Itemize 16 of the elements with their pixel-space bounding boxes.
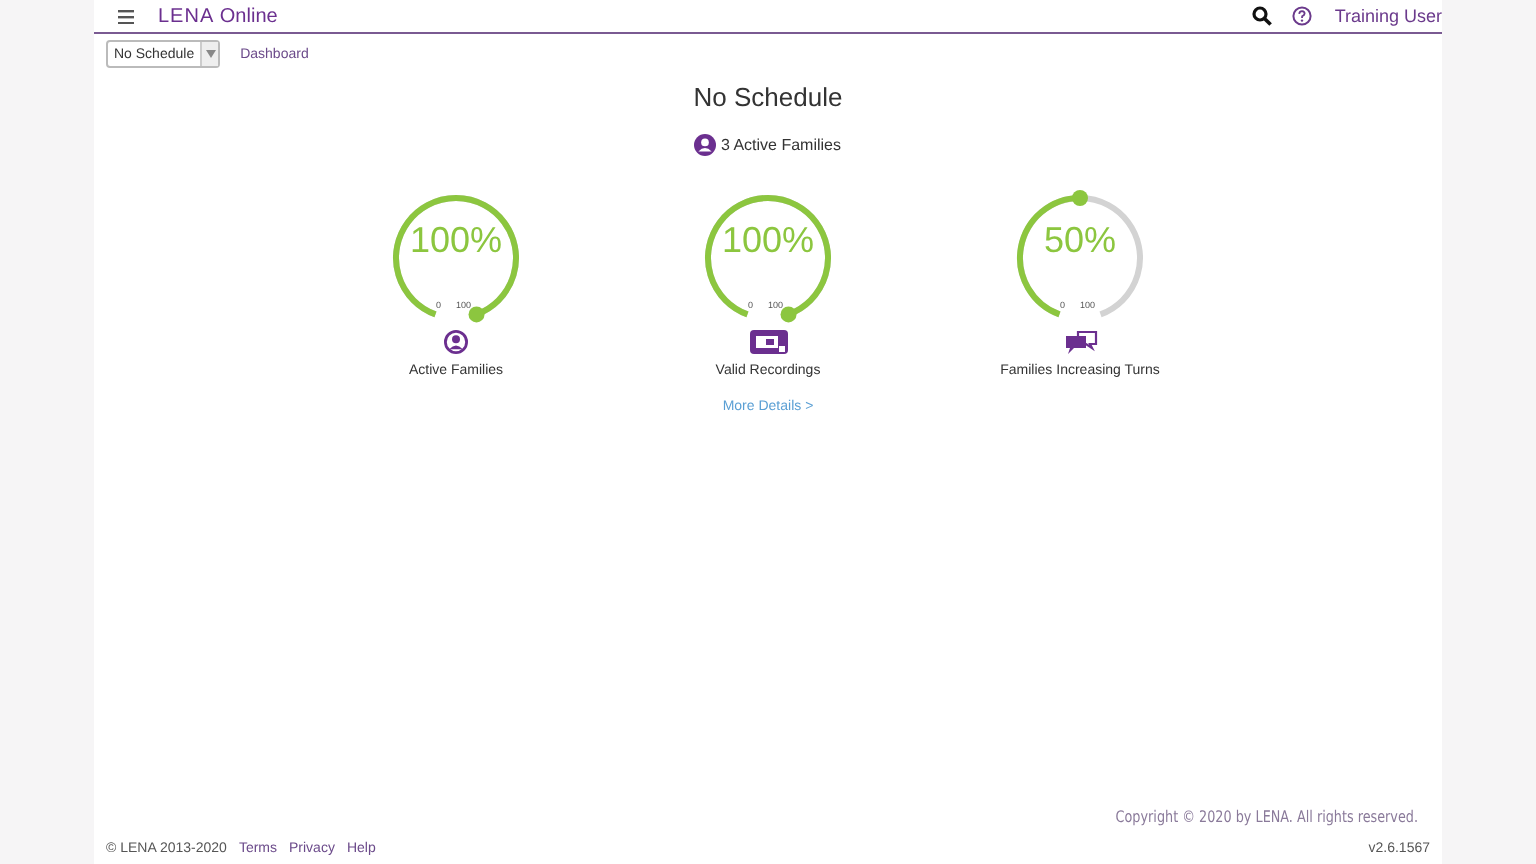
help-icon[interactable] bbox=[1292, 6, 1313, 26]
search-icon[interactable] bbox=[1252, 6, 1273, 26]
logo[interactable]: LENA Online bbox=[158, 5, 278, 27]
recorder-icon bbox=[749, 330, 787, 354]
gauge-value: 100% bbox=[719, 220, 817, 262]
person-icon bbox=[694, 134, 717, 156]
copyright-text: Copyright © 2020 by LENA. All rights reserved. bbox=[1115, 808, 1418, 826]
speech-bubbles-icon bbox=[1063, 330, 1097, 354]
user-menu[interactable]: Training User bbox=[1334, 6, 1442, 26]
gauge-value: 50% bbox=[1041, 220, 1119, 262]
gauge-value: 100% bbox=[407, 220, 505, 262]
active-families-count: 3 Active Families bbox=[720, 136, 842, 154]
person-icon bbox=[444, 330, 468, 354]
menu-icon[interactable] bbox=[118, 9, 134, 23]
page-title: No Schedule bbox=[693, 82, 843, 112]
caret-icon bbox=[200, 42, 219, 66]
